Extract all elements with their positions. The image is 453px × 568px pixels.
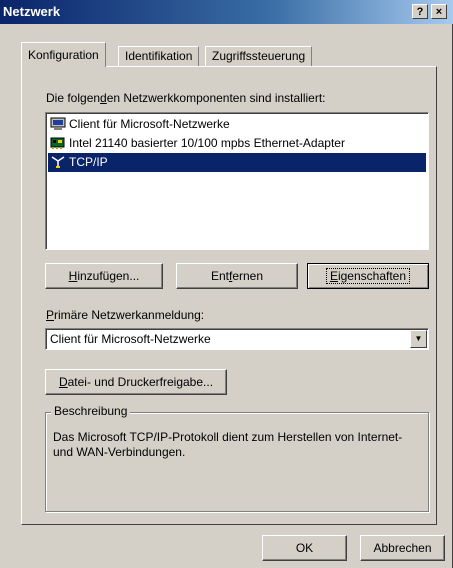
network-dialog: Netzwerk ? × Konfiguration Identifikatio… [0, 0, 453, 568]
properties-button[interactable]: Eigenschaften [307, 263, 429, 289]
description-legend: Beschreibung [51, 404, 131, 418]
remove-button[interactable]: Entfernen [176, 263, 298, 289]
tab-konfiguration[interactable]: Konfiguration [21, 42, 106, 67]
ok-button[interactable]: OK [262, 535, 347, 561]
description-group: Beschreibung Das Microsoft TCP/IP-Protok… [45, 404, 429, 512]
list-item[interactable]: TCP/IP [48, 153, 426, 172]
close-button[interactable]: × [431, 4, 447, 19]
client-icon [50, 117, 66, 131]
components-list[interactable]: Client für Microsoft-Netzwerke Intel 211… [45, 112, 429, 250]
tab-identifikation[interactable]: Identifikation [118, 46, 200, 66]
primary-logon-select[interactable]: Client für Microsoft-Netzwerke ▼ [45, 328, 429, 350]
chevron-down-icon[interactable]: ▼ [410, 330, 427, 348]
list-item[interactable]: Intel 21140 basierter 10/100 mpbs Ethern… [48, 134, 426, 153]
tab-zugriffssteuerung[interactable]: Zugriffssteuerung [205, 46, 313, 66]
cancel-button[interactable]: Abbrechen [360, 535, 445, 561]
protocol-icon [50, 155, 66, 169]
network-adapter-icon [50, 136, 66, 150]
primary-logon-label: Primäre Netzwerkanmeldung: [46, 308, 205, 322]
title-bar[interactable]: Netzwerk ? × [0, 0, 453, 24]
help-button[interactable]: ? [412, 4, 428, 19]
file-print-sharing-button[interactable]: Datei- und Druckerfreigabe... [45, 369, 227, 395]
add-button[interactable]: Hinzufügen... [45, 263, 163, 289]
window-title: Netzwerk [3, 4, 61, 19]
components-heading: Die folgenden Netzwerkkomponenten sind i… [46, 91, 326, 105]
list-item[interactable]: Client für Microsoft-Netzwerke [48, 115, 426, 134]
description-text: Das Microsoft TCP/IP-Protokoll dient zum… [53, 430, 403, 459]
